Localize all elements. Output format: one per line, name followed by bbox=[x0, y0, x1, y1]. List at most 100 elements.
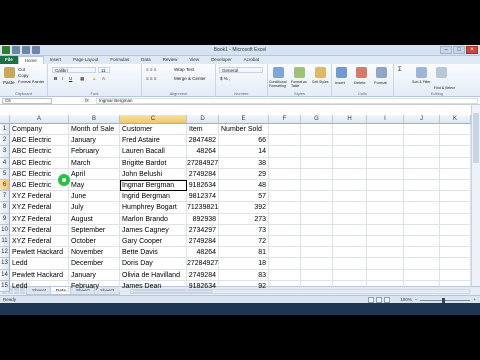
table-cell[interactable] bbox=[367, 191, 404, 203]
table-cell[interactable] bbox=[367, 124, 404, 136]
column-header-a[interactable]: A bbox=[10, 115, 69, 124]
table-cell[interactable]: John Belushi bbox=[120, 168, 187, 180]
table-cell[interactable] bbox=[269, 280, 301, 292]
table-cell[interactable] bbox=[367, 269, 404, 281]
table-cell[interactable]: 27284927 bbox=[187, 258, 219, 270]
name-box[interactable]: C6 bbox=[2, 98, 52, 104]
table-cell[interactable]: ABC Electric bbox=[10, 135, 69, 147]
table-cell[interactable]: Pewlett Hackard bbox=[10, 247, 69, 259]
column-title-cell[interactable]: Company bbox=[10, 124, 69, 136]
table-cell[interactable]: Pewlett Hackard bbox=[10, 269, 69, 281]
table-cell[interactable]: ABC Electric bbox=[10, 157, 69, 169]
table-cell[interactable]: 71239821 bbox=[187, 202, 219, 214]
table-cell[interactable] bbox=[404, 224, 440, 236]
table-cell[interactable] bbox=[269, 247, 301, 259]
table-cell[interactable] bbox=[269, 191, 301, 203]
table-cell[interactable] bbox=[367, 135, 404, 147]
format-button[interactable]: Format bbox=[374, 80, 387, 85]
vertical-scrollbar[interactable] bbox=[471, 105, 480, 286]
table-cell[interactable] bbox=[301, 213, 333, 225]
table-cell[interactable] bbox=[367, 236, 404, 248]
table-cell[interactable] bbox=[440, 168, 471, 180]
column-header-d[interactable]: D bbox=[187, 115, 219, 124]
table-cell[interactable]: 27284927 bbox=[187, 157, 219, 169]
table-cell[interactable] bbox=[333, 135, 367, 147]
table-cell[interactable]: 2749284 bbox=[187, 168, 219, 180]
table-cell[interactable]: 14 bbox=[219, 146, 269, 158]
table-cell[interactable] bbox=[301, 180, 333, 192]
conditional-formatting-icon[interactable] bbox=[273, 67, 284, 78]
table-cell[interactable]: August bbox=[69, 213, 120, 225]
table-cell[interactable]: Lauren Bacall bbox=[120, 146, 187, 158]
column-header-g[interactable]: G bbox=[301, 115, 333, 124]
table-cell[interactable] bbox=[301, 124, 333, 136]
merge-center-button[interactable]: Merge & Center bbox=[174, 76, 206, 81]
sort-filter-icon[interactable] bbox=[416, 67, 427, 78]
table-cell[interactable] bbox=[333, 247, 367, 259]
table-cell[interactable]: March bbox=[69, 157, 120, 169]
table-cell[interactable]: April bbox=[69, 168, 120, 180]
table-cell[interactable] bbox=[440, 124, 471, 136]
table-cell[interactable] bbox=[404, 213, 440, 225]
table-cell[interactable]: XYZ Federal bbox=[10, 213, 69, 225]
table-cell[interactable]: 2749284 bbox=[187, 236, 219, 248]
table-cell[interactable]: November bbox=[69, 247, 120, 259]
table-cell[interactable]: ABC Electric bbox=[10, 146, 69, 158]
table-cell[interactable] bbox=[367, 146, 404, 158]
fx-icon[interactable]: fx bbox=[85, 97, 89, 105]
table-cell[interactable]: Bette Davis bbox=[120, 247, 187, 259]
table-cell[interactable]: 29 bbox=[219, 168, 269, 180]
currency-icon[interactable]: $ % , bbox=[220, 76, 230, 81]
tab-formulas[interactable]: Formulas bbox=[104, 56, 135, 64]
table-cell[interactable]: January bbox=[69, 269, 120, 281]
format-as-table-icon[interactable] bbox=[294, 67, 305, 78]
table-cell[interactable] bbox=[404, 202, 440, 214]
column-header-k[interactable]: K bbox=[440, 115, 471, 124]
row-header-3[interactable]: 3 bbox=[0, 146, 10, 158]
table-cell[interactable] bbox=[404, 124, 440, 136]
cell-styles-button[interactable]: Cell Styles bbox=[312, 80, 330, 84]
tab-page-layout[interactable]: Page Layout bbox=[67, 56, 104, 64]
table-cell[interactable] bbox=[333, 269, 367, 281]
row-header-8[interactable]: 8 bbox=[0, 202, 10, 214]
table-cell[interactable]: 73 bbox=[219, 224, 269, 236]
tab-file[interactable]: File bbox=[0, 56, 18, 64]
table-cell[interactable]: Ingmar Bergman bbox=[120, 180, 187, 192]
row-header-13[interactable]: 13 bbox=[0, 258, 10, 270]
table-cell[interactable]: Marlon Brando bbox=[120, 213, 187, 225]
table-cell[interactable]: 9182634 bbox=[187, 180, 219, 192]
table-cell[interactable]: June bbox=[69, 191, 120, 203]
table-cell[interactable] bbox=[367, 202, 404, 214]
table-cell[interactable]: 2734297 bbox=[187, 224, 219, 236]
maximize-icon[interactable]: □ bbox=[453, 46, 465, 54]
insert-cells-icon[interactable] bbox=[336, 67, 347, 78]
copy-button[interactable]: Copy bbox=[18, 73, 29, 78]
table-cell[interactable] bbox=[333, 146, 367, 158]
table-cell[interactable]: 18 bbox=[219, 258, 269, 270]
font-name-select[interactable]: Calibri bbox=[52, 67, 96, 73]
table-cell[interactable] bbox=[440, 135, 471, 147]
table-cell[interactable] bbox=[440, 191, 471, 203]
table-cell[interactable] bbox=[301, 280, 333, 292]
column-title-cell[interactable]: Number Sold bbox=[219, 124, 269, 136]
table-cell[interactable]: Olivia de Havilland bbox=[120, 269, 187, 281]
table-cell[interactable]: Brigitte Bardot bbox=[120, 157, 187, 169]
table-cell[interactable] bbox=[367, 224, 404, 236]
table-cell[interactable] bbox=[404, 236, 440, 248]
table-cell[interactable] bbox=[333, 236, 367, 248]
table-cell[interactable] bbox=[333, 180, 367, 192]
table-cell[interactable]: 92 bbox=[219, 280, 269, 292]
table-cell[interactable] bbox=[301, 146, 333, 158]
table-cell[interactable] bbox=[404, 180, 440, 192]
delete-cells-icon[interactable] bbox=[356, 67, 367, 78]
find-select-button[interactable]: Find & Select bbox=[434, 86, 455, 90]
table-cell[interactable]: 2749284 bbox=[187, 269, 219, 281]
table-cell[interactable] bbox=[404, 135, 440, 147]
table-cell[interactable]: 72 bbox=[219, 236, 269, 248]
table-cell[interactable] bbox=[404, 269, 440, 281]
table-cell[interactable]: Fred Astaire bbox=[120, 135, 187, 147]
table-cell[interactable] bbox=[440, 202, 471, 214]
table-cell[interactable] bbox=[301, 247, 333, 259]
column-title-cell[interactable]: Month of Sale bbox=[69, 124, 120, 136]
wrap-text-button[interactable]: Wrap Text bbox=[174, 67, 194, 72]
